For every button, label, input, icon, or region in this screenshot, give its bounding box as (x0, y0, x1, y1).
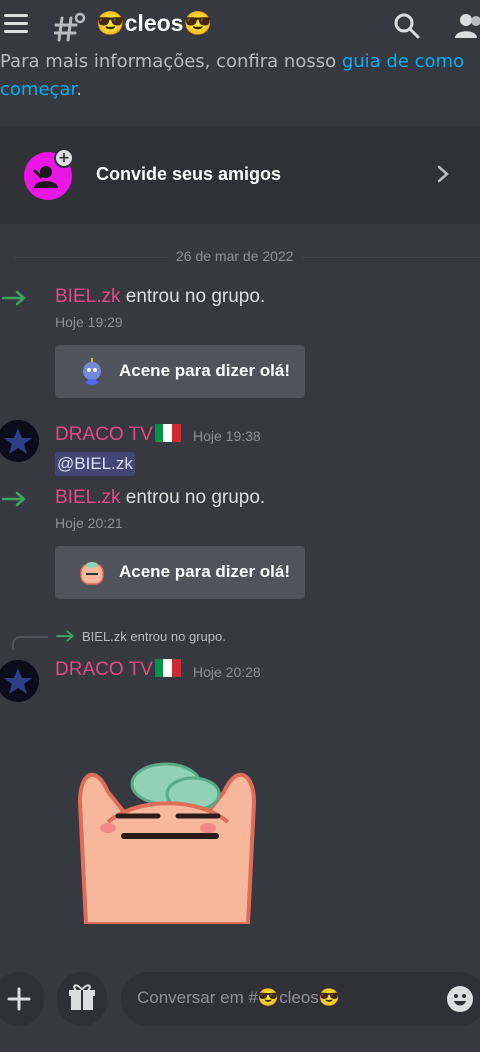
join-arrow-icon (2, 290, 26, 306)
reply-preview[interactable]: BIEL.zk entrou no grupo. (82, 629, 226, 644)
wave-button[interactable]: Acene para dizer olá! (55, 546, 305, 599)
message-timestamp: Hoje 19:29 (55, 314, 123, 330)
members-icon[interactable] (454, 12, 480, 40)
channel-header: 😎cleos😎 (0, 0, 480, 52)
search-icon[interactable] (394, 13, 420, 39)
user-mention[interactable]: @BIEL.zk (55, 452, 135, 476)
hamburger-icon[interactable] (4, 14, 28, 34)
wave-label: Acene para dizer olá! (119, 361, 291, 380)
channel-title: 😎cleos😎 (96, 10, 213, 36)
add-attachment-button[interactable] (0, 972, 44, 1026)
emoji-icon[interactable] (447, 986, 473, 1012)
italy-flag-icon (154, 424, 181, 442)
chevron-right-icon (437, 165, 449, 183)
avatar[interactable] (0, 660, 39, 702)
invite-friends-card[interactable]: + Convide seus amigos (0, 126, 480, 224)
message-author[interactable]: DRACO TV (55, 424, 181, 446)
gift-icon (69, 984, 95, 1010)
username[interactable]: BIEL.zk (55, 487, 120, 508)
invite-label: Convide seus amigos (96, 164, 282, 184)
wave-label: Acene para dizer olá! (119, 562, 291, 581)
join-arrow-icon (2, 491, 26, 507)
channel-intro-text: Para mais informações, confira nosso gui… (0, 51, 465, 100)
message-timestamp: Hoje 20:21 (55, 515, 123, 531)
message-input[interactable]: Conversar em #😎cleos😎 (121, 972, 480, 1026)
wumpus-sticker-icon (83, 358, 101, 385)
message-timestamp: Hoje 19:38 (193, 428, 261, 444)
message-input-placeholder: Conversar em #😎cleos😎 (137, 988, 340, 1007)
italy-flag-icon (154, 659, 181, 677)
avatar[interactable] (0, 420, 39, 462)
peach-cat-sticker[interactable] (78, 762, 256, 924)
date-divider: 26 de mar de 2022 (168, 248, 302, 264)
thread-hash-icon (54, 12, 86, 42)
plus-badge-icon: + (54, 148, 74, 168)
reply-spine (12, 636, 48, 650)
username[interactable]: BIEL.zk (55, 286, 120, 307)
gift-button[interactable] (57, 972, 107, 1026)
message-composer-bar: Conversar em #😎cleos😎 (0, 972, 480, 1052)
message-author[interactable]: DRACO TV (55, 659, 181, 681)
join-arrow-icon (56, 630, 75, 642)
wave-button[interactable]: Acene para dizer olá! (55, 345, 305, 398)
plus-icon (7, 987, 31, 1011)
peach-sticker-icon (80, 562, 104, 585)
join-message: BIEL.zk entrou no grupo. (55, 286, 266, 307)
join-message: BIEL.zk entrou no grupo. (55, 487, 266, 508)
message-timestamp: Hoje 20:28 (193, 664, 261, 680)
